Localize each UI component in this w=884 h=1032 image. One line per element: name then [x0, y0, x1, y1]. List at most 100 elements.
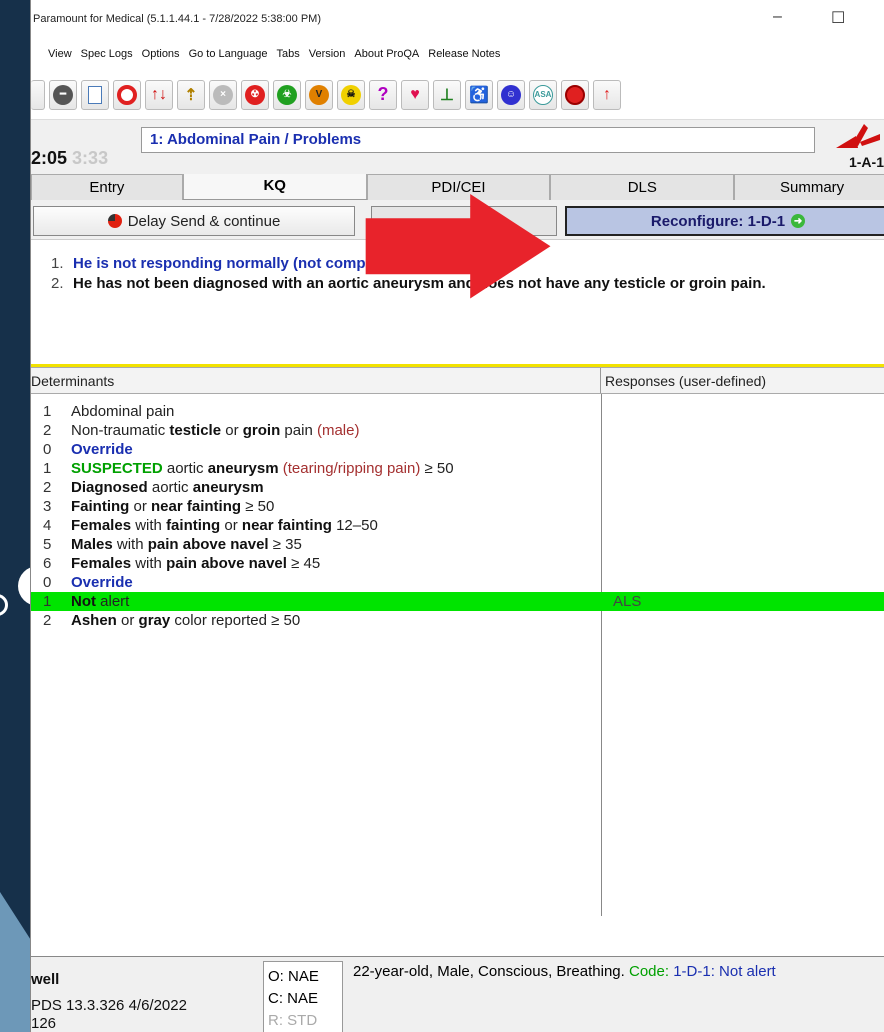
reconfigure-button[interactable]: Reconfigure: 1-D-1 ➜	[565, 206, 884, 236]
target-button[interactable]	[113, 79, 141, 110]
delay-send-button[interactable]: Delay Send & continue	[33, 206, 355, 236]
choking-button[interactable]: ♿	[465, 79, 493, 110]
determinant-row[interactable]: 5 Males with pain above navel ≥ 35	[31, 535, 884, 554]
poison-button[interactable]: ☠	[337, 79, 365, 110]
determinant-text: Diagnosed aortic aneurysm	[71, 479, 264, 496]
status-bar: well PDS 13.3.326 4/6/2022 126 O: NAE C:…	[31, 956, 884, 1032]
reconfigure-label: Reconfigure: 1-D-1	[650, 212, 786, 230]
tab-entry[interactable]: Entry	[31, 174, 183, 200]
status-text: 22-year-old, Male, Conscious, Breathing.	[353, 963, 629, 980]
menu-go-to-language[interactable]: Go to Language	[189, 48, 268, 60]
timer-elapsed: 2:05	[31, 148, 68, 168]
menu-spec-logs[interactable]: Spec Logs	[81, 48, 133, 60]
document-icon	[88, 85, 102, 104]
determinant-level: 2	[43, 422, 52, 439]
determinant-row[interactable]: 2 Non-traumatic testicle or groin pain (m…	[31, 421, 884, 440]
status-codes: O: NAE C: NAE R: STD	[263, 961, 343, 1032]
determinant-row[interactable]: 2 Diagnosed aortic aneurysm	[31, 478, 884, 497]
document-button[interactable]	[81, 79, 109, 110]
status-o: O: NAE	[268, 968, 319, 985]
determinant-row[interactable]: 0 Override	[31, 440, 884, 459]
tab-kq[interactable]: KQ	[182, 171, 367, 199]
status-user: well	[31, 971, 60, 988]
menu-version[interactable]: Version	[309, 48, 346, 60]
radiation-button[interactable]: ☢	[241, 79, 269, 110]
go-arrow-icon: ➜	[791, 214, 806, 228]
stop-icon	[565, 84, 585, 105]
determinant-row[interactable]: 2 Ashen or gray color reported ≥ 50	[31, 611, 884, 630]
status-code-label: Code:	[628, 963, 674, 980]
determinant-level: 6	[43, 555, 52, 572]
determinant-row[interactable]: 4 Females with fainting or near fainting …	[31, 516, 884, 535]
summary-number: 1.	[51, 255, 64, 272]
background-ring	[0, 594, 8, 616]
menu-about[interactable]: About ProQA	[354, 48, 419, 60]
determinant-text: Abdominal pain	[71, 403, 175, 420]
determinant-level: 1	[43, 460, 52, 477]
determinant-row[interactable]: 1 Abdominal pain	[31, 402, 884, 421]
asa-button[interactable]: ASA	[529, 79, 557, 110]
menu-release-notes[interactable]: Release Notes	[428, 48, 500, 60]
menu-tabs[interactable]: Tabs	[276, 48, 299, 60]
cancel-icon: ×	[213, 84, 233, 105]
timer-secondary: 3:33	[72, 148, 109, 168]
dispatch-button[interactable]: ⇡	[177, 79, 205, 110]
aed-button[interactable]: ⊥	[433, 79, 461, 110]
determinant-level: 4	[43, 517, 52, 534]
support-button[interactable]: ☺	[497, 79, 525, 110]
radiation-icon: ☢	[245, 84, 265, 105]
title-bar: Paramount for Medical (5.1.1.44.1 - 7/28…	[31, 0, 884, 38]
heart-button[interactable]: ♥	[401, 79, 429, 110]
minimize-button[interactable]: –	[773, 8, 782, 26]
aed-icon: ⊥	[440, 86, 454, 104]
dispatch-icon: ⇡	[184, 86, 198, 104]
determinant-row[interactable]: 1 Not alert ALS	[31, 592, 884, 611]
chief-complaint-field[interactable]: 1: Abdominal Pain / Problems	[141, 127, 815, 153]
tab-dls[interactable]: DLS	[550, 174, 735, 200]
minus-button[interactable]: ━	[49, 79, 77, 110]
target-icon	[117, 84, 137, 105]
cancel-button[interactable]: ×	[209, 79, 237, 110]
grid-header: Determinants Responses (user-defined)	[31, 368, 884, 394]
help-icon: ?	[377, 84, 389, 104]
vehicle-button[interactable]: V	[305, 79, 333, 110]
sort-button[interactable]: ↑↓	[145, 79, 173, 110]
determinant-level: 1	[43, 403, 52, 420]
status-code-desc: : Not alert	[710, 963, 776, 980]
determinant-level: 0	[43, 441, 52, 458]
support-icon: ☺	[501, 84, 521, 105]
determinant-row[interactable]: 6 Females with pain above navel ≥ 45	[31, 554, 884, 573]
menu-view[interactable]: View	[48, 48, 72, 60]
determinant-row[interactable]: 0 Override	[31, 573, 884, 592]
partial-button[interactable]	[31, 79, 45, 110]
star-of-life-logo-icon	[836, 124, 880, 148]
poison-icon: ☠	[341, 84, 361, 105]
stop-button[interactable]	[561, 79, 589, 110]
response-value: ALS	[613, 593, 642, 610]
determinant-level: 2	[43, 479, 52, 496]
determinants-grid: Determinants Responses (user-defined) 1 A…	[31, 368, 884, 916]
determinant-row[interactable]: 3 Fainting or near fainting ≥ 50	[31, 497, 884, 516]
status-left: well PDS 13.3.326 4/6/2022 126	[31, 967, 187, 1032]
delay-send-label: Delay Send & continue	[127, 212, 281, 230]
determinant-row[interactable]: 1 SUSPECTED aortic aneurysm (tearing/ripp…	[31, 459, 884, 478]
status-c: C: NAE	[268, 990, 319, 1007]
determinant-text: Fainting or near fainting ≥ 50	[71, 498, 275, 515]
menu-options[interactable]: Options	[142, 48, 180, 60]
toolbar: ━ ↑↓ ⇡ × ☢ ☣ V ☠ ? ♥ ⊥ ♿ ☺ ASA ↑	[31, 70, 884, 120]
minus-circle-icon: ━	[53, 84, 73, 105]
maximize-button[interactable]: ☐	[831, 8, 845, 28]
case-info: 2:05 3:33 1: Abdominal Pain / Problems 1…	[31, 120, 884, 174]
menu-bar: View Spec Logs Options Go to Language Ta…	[31, 38, 884, 70]
responses-header: Responses (user-defined)	[605, 373, 767, 389]
window-title: Paramount for Medical (5.1.1.44.1 - 7/28…	[33, 13, 321, 25]
determinant-text: Females with fainting or near fainting 1…	[71, 517, 378, 534]
help-button[interactable]: ?	[369, 79, 397, 110]
determinant-level: 0	[43, 574, 52, 591]
biohazard-button[interactable]: ☣	[273, 79, 301, 110]
heart-icon: ♥	[410, 85, 420, 103]
determinants-header: Determinants	[31, 368, 601, 393]
tab-summary[interactable]: Summary	[734, 174, 884, 200]
choking-icon: ♿	[469, 86, 489, 104]
priority-button[interactable]: ↑	[593, 79, 621, 110]
